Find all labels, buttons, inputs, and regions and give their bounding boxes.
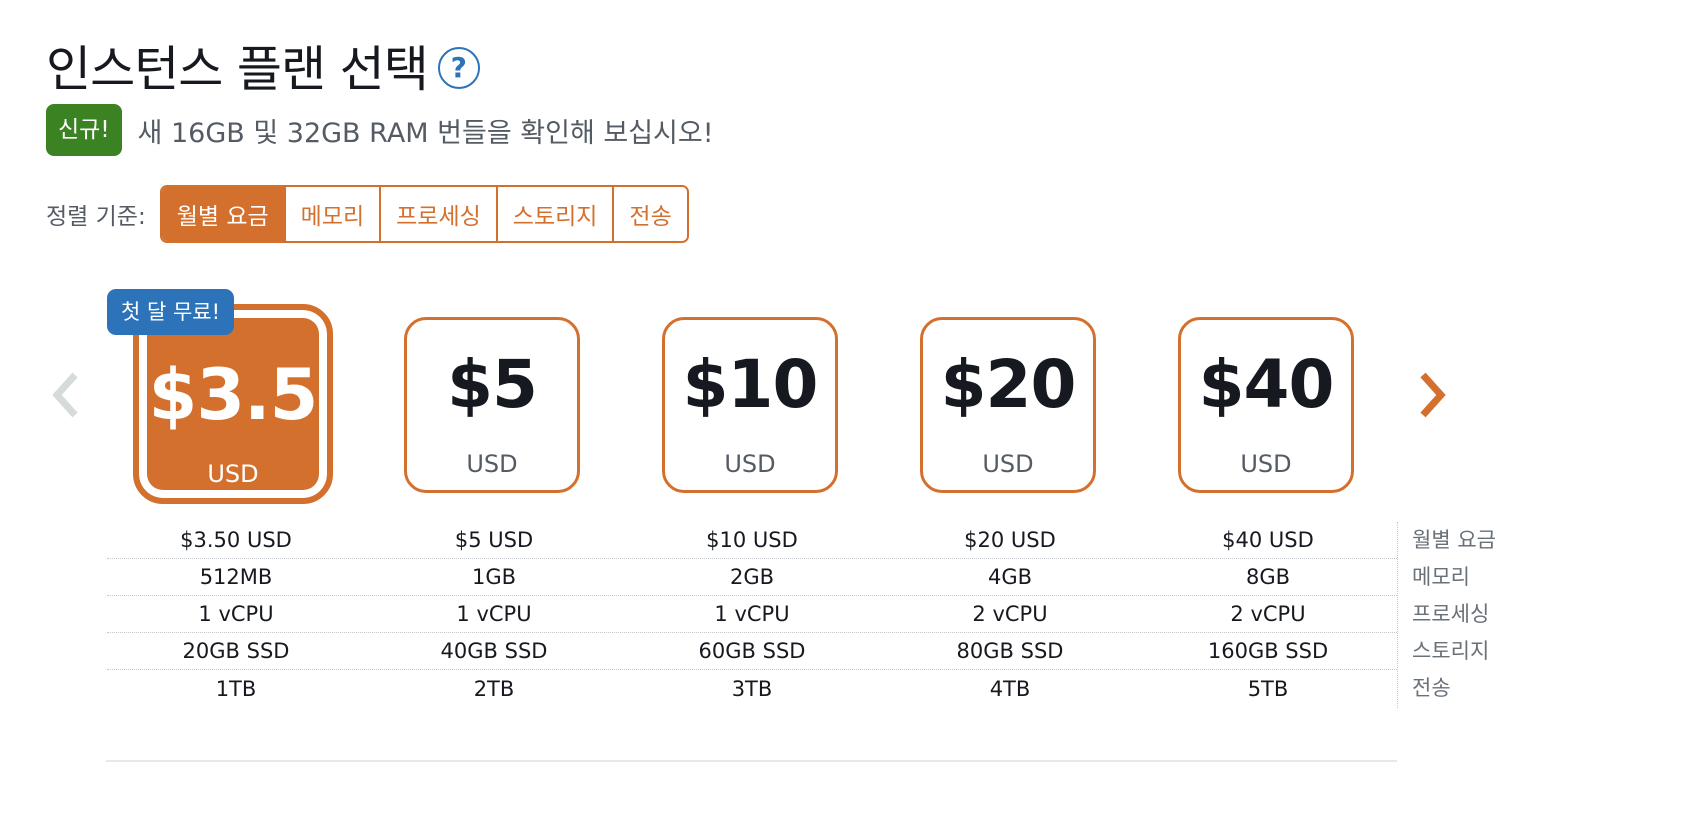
spec-cell: $5 USD xyxy=(454,528,534,552)
row-label-storage: 스토리지 xyxy=(1412,639,1490,663)
plan-spec-table: $3.50 USD $5 USD $10 USD $20 USD $40 USD… xyxy=(107,522,1397,707)
spec-cell: 1 vCPU xyxy=(456,602,532,626)
sort-option-storage[interactable]: 스토리지 xyxy=(495,187,613,241)
bottom-divider xyxy=(106,760,1397,762)
spec-cell: 8GB xyxy=(1245,565,1291,589)
row-label-transfer: 전송 xyxy=(1412,676,1451,700)
spec-row-memory: 512MB 1GB 2GB 4GB 8GB xyxy=(107,559,1397,596)
spec-cell: 5TB xyxy=(1247,676,1289,701)
spec-cell: 1GB xyxy=(471,565,517,589)
spec-cell: $3.50 USD xyxy=(180,528,292,552)
spec-cell: 4GB xyxy=(987,565,1033,589)
announcement-text: 새 16GB 및 32GB RAM 번들을 확인해 보십시오! xyxy=(137,117,714,149)
plan-currency: USD xyxy=(1240,450,1292,478)
spec-cell: 2 vCPU xyxy=(972,602,1048,626)
spec-cell: $20 USD xyxy=(964,528,1056,552)
sort-option-memory[interactable]: 메모리 xyxy=(283,187,380,241)
spec-cell: $40 USD xyxy=(1222,528,1314,552)
plan-currency: USD xyxy=(982,450,1034,478)
plan-currency: USD xyxy=(724,450,776,478)
spec-cell: 2 vCPU xyxy=(1230,602,1306,626)
spec-cell: 80GB SSD xyxy=(956,639,1064,663)
spec-cell: 160GB SSD xyxy=(1207,639,1329,663)
sort-label: 정렬 기준: xyxy=(46,204,146,230)
spec-cell: 2GB xyxy=(729,565,775,589)
spec-cell: 40GB SSD xyxy=(440,639,548,663)
chevron-right-icon xyxy=(1420,372,1446,418)
plan-price: $40 xyxy=(1198,346,1335,423)
plan-card-20[interactable]: $20 USD xyxy=(920,317,1096,493)
help-icon[interactable]: ? xyxy=(437,46,480,89)
spec-cell: 1 vCPU xyxy=(714,602,790,626)
spec-cell: $10 USD xyxy=(706,528,798,552)
sort-option-transfer[interactable]: 전송 xyxy=(612,187,687,241)
spec-cell: 1 vCPU xyxy=(198,602,274,626)
new-badge: 신규! xyxy=(46,104,122,156)
spec-cell: 4TB xyxy=(989,676,1031,701)
plan-price: $3.5 xyxy=(148,354,319,436)
carousel-next-button[interactable] xyxy=(1409,368,1453,422)
plan-card-5[interactable]: $5 USD xyxy=(404,317,580,493)
spec-row-storage: 20GB SSD 40GB SSD 60GB SSD 80GB SSD 160G… xyxy=(107,633,1397,670)
page-title: 인스턴스 플랜 선택 xyxy=(46,41,429,98)
spec-cell: 20GB SSD xyxy=(182,639,290,663)
sort-row: 정렬 기준: 월별 요금 메모리 프로세싱 스토리지 전송 xyxy=(46,185,689,243)
plan-card-10[interactable]: $10 USD xyxy=(662,317,838,493)
spec-row-labels: 월별 요금 메모리 프로세싱 스토리지 전송 xyxy=(1397,522,1700,708)
row-label-processing: 프로세싱 xyxy=(1412,602,1490,626)
plan-price: $20 xyxy=(940,346,1077,423)
sort-option-monthly-price[interactable]: 월별 요금 xyxy=(161,187,284,241)
sort-button-group: 월별 요금 메모리 프로세싱 스토리지 전송 xyxy=(159,185,689,243)
free-first-month-badge: 첫 달 무료! xyxy=(107,289,235,335)
spec-row-transfer: 1TB 2TB 3TB 4TB 5TB xyxy=(107,670,1397,707)
plan-price: $10 xyxy=(682,346,819,423)
announcement: 신규! 새 16GB 및 32GB RAM 번들을 확인해 보십시오! xyxy=(46,104,714,156)
spec-cell: 60GB SSD xyxy=(698,639,806,663)
spec-row-monthly-price: $3.50 USD $5 USD $10 USD $20 USD $40 USD xyxy=(107,522,1397,559)
spec-cell: 2TB xyxy=(473,676,515,701)
spec-row-processing: 1 vCPU 1 vCPU 1 vCPU 2 vCPU 2 vCPU xyxy=(107,596,1397,633)
plan-price: $5 xyxy=(447,346,538,423)
spec-cell: 512MB xyxy=(199,565,273,589)
row-label-memory: 메모리 xyxy=(1412,565,1470,589)
title-row: 인스턴스 플랜 선택 ? xyxy=(46,30,480,101)
row-label-monthly-price: 월별 요금 xyxy=(1412,528,1496,552)
plan-card-40[interactable]: $40 USD xyxy=(1178,317,1354,493)
spec-cell: 1TB xyxy=(215,676,257,701)
spec-cell: 3TB xyxy=(731,676,773,701)
plan-currency: USD xyxy=(466,450,518,478)
sort-option-processing[interactable]: 프로세싱 xyxy=(379,187,496,241)
plan-currency: USD xyxy=(207,460,259,488)
chevron-left-icon xyxy=(52,372,78,418)
carousel-prev-button[interactable] xyxy=(45,368,89,422)
